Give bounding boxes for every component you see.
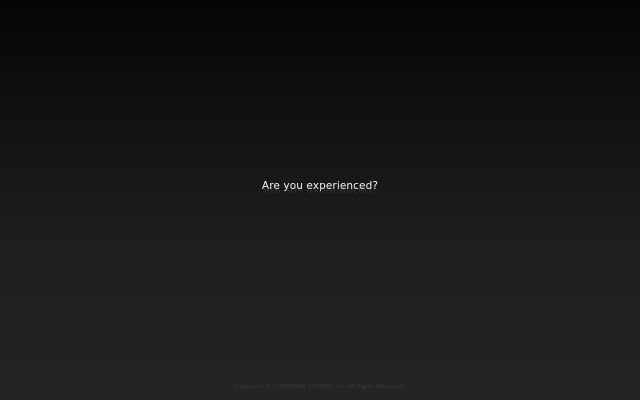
tagline-reflection-text: Are you experienced? xyxy=(262,185,378,194)
copyright-footer: Copyright © 2009 PRIME STUDIOS Inc. All … xyxy=(235,384,405,390)
tagline-reflection: Are you experienced? xyxy=(0,185,640,194)
splash-screen: Are you experienced? Are you experienced… xyxy=(0,0,640,400)
